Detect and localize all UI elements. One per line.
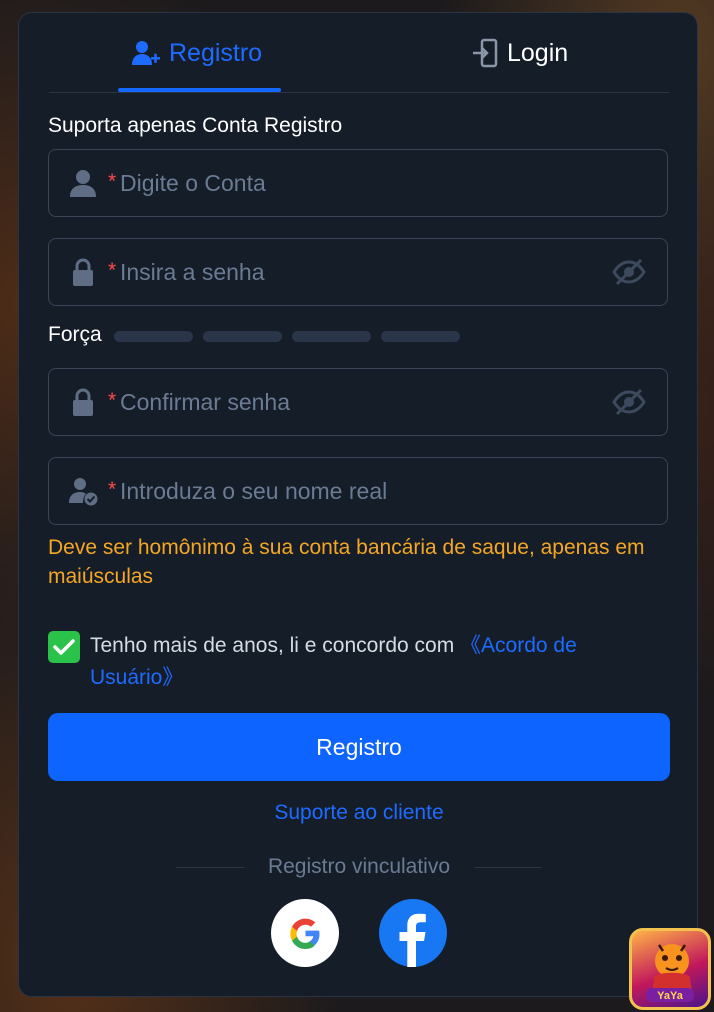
customer-support-label[interactable]: Suporte ao cliente xyxy=(274,801,443,824)
real-name-placeholder: Introduza o seu nome real xyxy=(120,478,388,504)
strength-label: Força xyxy=(48,323,102,346)
real-name-warning: Deve ser homônimo à sua conta bancária d… xyxy=(48,536,645,588)
eye-off-icon[interactable] xyxy=(611,387,647,417)
tiger-mascot-icon: YaYa xyxy=(646,944,694,1002)
app-logo[interactable]: YaYa xyxy=(629,928,711,1010)
customer-support-link: Suporte ao cliente xyxy=(19,801,699,825)
svg-text:YaYa: YaYa xyxy=(657,990,684,1002)
eye-off-icon[interactable] xyxy=(611,257,647,287)
social-register-label: Registro vinculativo xyxy=(267,855,451,878)
strength-bar xyxy=(203,331,282,342)
auth-tabs: Registro Login xyxy=(49,13,669,93)
required-mark: * xyxy=(108,170,117,193)
agreement-label: Tenho mais de anos, li e concordo com xyxy=(90,634,461,657)
tab-register[interactable]: Registro xyxy=(131,37,262,69)
tab-register-label: Registro xyxy=(169,38,263,67)
lock-icon xyxy=(73,258,93,286)
strength-bar xyxy=(292,331,371,342)
required-mark: * xyxy=(108,259,117,282)
register-dialog: Registro Login Suporta apenas Conta Regi… xyxy=(18,12,698,997)
agreement-text: Tenho mais de anos, li e concordo com 《A… xyxy=(90,630,650,694)
divider-line xyxy=(176,866,244,868)
google-icon xyxy=(290,918,320,949)
divider-line xyxy=(474,866,542,868)
social-register-divider: Registro vinculativo xyxy=(176,853,542,881)
account-type-notice: Suporta apenas Conta Registro xyxy=(48,114,343,137)
tab-login-label: Login xyxy=(507,38,569,67)
facebook-icon xyxy=(399,913,426,967)
required-mark: * xyxy=(108,389,117,412)
tab-login[interactable]: Login xyxy=(471,37,568,69)
active-tab-indicator xyxy=(118,88,281,92)
confirm-placeholder: Confirmar senha xyxy=(120,389,291,415)
login-door-icon xyxy=(473,38,498,68)
real-name-field[interactable]: * Introduza o seu nome real xyxy=(48,457,668,525)
confirm-password-field[interactable]: * Confirmar senha xyxy=(48,368,668,436)
password-field[interactable]: * Insira a senha xyxy=(48,238,668,306)
google-register-button[interactable] xyxy=(271,899,339,967)
account-placeholder: Digite o Conta xyxy=(120,170,266,196)
strength-bar xyxy=(114,331,193,342)
check-icon xyxy=(53,639,75,655)
password-placeholder: Insira a senha xyxy=(120,259,265,285)
account-field[interactable]: * Digite o Conta xyxy=(48,149,668,217)
register-submit-button[interactable]: Registro xyxy=(48,713,670,781)
add-user-icon xyxy=(132,41,160,65)
facebook-register-button[interactable] xyxy=(379,899,447,967)
required-mark: * xyxy=(108,478,117,501)
user-icon xyxy=(70,170,96,197)
strength-bar xyxy=(381,331,460,342)
agreement-checkbox[interactable] xyxy=(48,631,80,663)
verified-user-icon xyxy=(69,478,98,506)
lock-icon xyxy=(73,388,93,416)
